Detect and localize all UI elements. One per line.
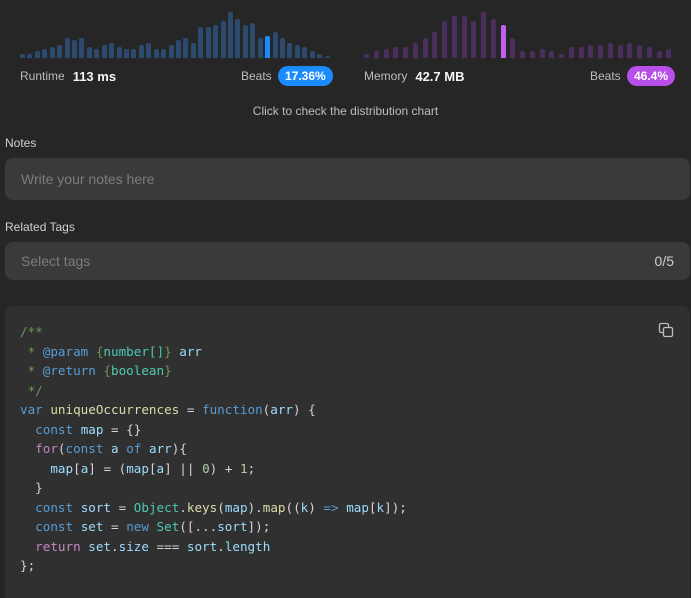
memory-histogram-bar — [373, 51, 379, 58]
runtime-histogram-bar — [198, 27, 204, 58]
runtime-histogram-bar — [176, 40, 181, 58]
memory-histogram-bar — [471, 20, 477, 58]
notes-placeholder: Write your notes here — [21, 171, 155, 187]
runtime-histogram-bar — [138, 44, 144, 58]
memory-beats-badge: 46.4% — [627, 66, 676, 86]
memory-histogram-bar — [520, 51, 525, 58]
memory-histogram-bar — [646, 47, 652, 58]
memory-histogram-bar — [656, 51, 662, 58]
runtime-histogram-bar — [153, 49, 159, 58]
runtime-label: Runtime — [20, 69, 65, 83]
runtime-histogram-bar — [57, 44, 63, 58]
submission-stats[interactable]: Runtime 113 ms Beats 17.36% Memory 42.7 … — [0, 0, 691, 124]
runtime-histogram-bar — [324, 55, 330, 58]
runtime-value: 113 ms — [72, 68, 117, 84]
runtime-histogram-bar — [20, 53, 25, 58]
runtime-histogram-bar — [205, 27, 211, 58]
runtime-histogram-bar — [146, 42, 152, 58]
runtime-histogram-bar — [79, 38, 85, 58]
runtime-histogram-bar — [64, 38, 70, 58]
memory-histogram-bar — [412, 42, 418, 58]
memory-histogram-bar — [568, 47, 574, 58]
memory-histogram-bar — [451, 16, 457, 58]
memory-histogram-bar — [549, 51, 555, 58]
notes-input[interactable]: Write your notes here — [5, 158, 690, 200]
memory-histogram-bar — [403, 47, 408, 58]
memory-histogram-bar — [461, 16, 467, 58]
memory-histogram-bar — [442, 20, 447, 58]
runtime-histogram[interactable] — [20, 12, 332, 58]
code-block: /** * @param {number[]} arr * @return {b… — [5, 306, 690, 598]
runtime-histogram-bar — [86, 47, 92, 58]
memory-histogram-bar — [666, 49, 672, 58]
runtime-histogram-bar — [49, 47, 55, 58]
runtime-histogram-bar — [42, 49, 48, 58]
runtime-stat: Runtime 113 ms — [20, 66, 116, 86]
runtime-histogram-bar — [131, 49, 137, 58]
runtime-histogram-bar — [280, 38, 285, 58]
memory-histogram-bar — [617, 44, 623, 58]
tags-select[interactable]: Select tags 0/5 — [5, 242, 690, 280]
runtime-histogram-bar — [109, 42, 115, 58]
runtime-histogram-bar — [190, 42, 196, 58]
related-tags-label: Related Tags — [5, 220, 75, 234]
runtime-histogram-bar — [294, 44, 300, 58]
memory-histogram-bar — [481, 12, 486, 58]
memory-stat: Memory 42.7 MB — [364, 66, 464, 86]
memory-histogram-bar — [588, 44, 594, 58]
memory-beats-label: Beats — [590, 69, 621, 83]
memory-histogram-bar — [578, 47, 584, 58]
memory-histogram-bar — [637, 44, 642, 58]
distribution-hint[interactable]: Click to check the distribution chart — [0, 104, 691, 118]
runtime-histogram-bar — [265, 36, 271, 58]
runtime-histogram-bar — [168, 44, 174, 58]
runtime-histogram-bar — [124, 49, 129, 58]
runtime-histogram-bar — [302, 47, 308, 58]
runtime-histogram-bar — [213, 25, 219, 58]
memory-histogram-bar — [529, 51, 535, 58]
memory-value: 42.7 MB — [415, 68, 465, 84]
memory-histogram-bar — [383, 49, 389, 58]
runtime-histogram-bar — [309, 51, 315, 58]
memory-histogram-bar — [510, 38, 516, 58]
memory-histogram-bar — [539, 49, 545, 58]
runtime-histogram-bar — [272, 31, 278, 58]
notes-label: Notes — [5, 136, 37, 150]
memory-histogram-bar — [598, 44, 603, 58]
code-text[interactable]: /** * @param {number[]} arr * @return {b… — [20, 322, 407, 576]
runtime-histogram-bar — [250, 22, 256, 58]
runtime-histogram-bar — [72, 40, 77, 58]
runtime-histogram-bar — [228, 12, 233, 58]
memory-label: Memory — [364, 69, 408, 83]
memory-histogram-bar — [559, 53, 564, 58]
memory-histogram-bar — [627, 42, 633, 58]
runtime-histogram-bar — [34, 51, 40, 58]
runtime-beats-badge: 17.36% — [278, 66, 333, 86]
memory-histogram-bar — [490, 18, 496, 58]
runtime-histogram-bar — [317, 53, 323, 58]
runtime-histogram-bar — [101, 44, 107, 58]
runtime-histogram-bar — [183, 38, 189, 58]
runtime-histogram-bar — [242, 25, 248, 58]
runtime-histogram-bar — [257, 38, 263, 58]
memory-histogram-bar — [364, 53, 369, 58]
memory-histogram-bar — [393, 47, 399, 58]
memory-histogram-bar — [500, 25, 506, 58]
runtime-histogram-bar — [235, 18, 241, 58]
memory-histogram[interactable] — [364, 12, 676, 58]
runtime-histogram-bar — [220, 20, 226, 58]
runtime-histogram-bar — [94, 49, 100, 58]
runtime-histogram-bar — [287, 42, 293, 58]
tags-count: 0/5 — [654, 253, 674, 269]
runtime-histogram-bar — [116, 47, 122, 58]
tags-placeholder: Select tags — [21, 253, 91, 269]
memory-histogram-bar — [607, 42, 613, 58]
runtime-histogram-bar — [27, 53, 33, 58]
memory-histogram-bar — [422, 38, 428, 58]
copy-icon[interactable] — [658, 322, 674, 338]
memory-histogram-bar — [432, 31, 438, 58]
runtime-histogram-bar — [161, 49, 167, 58]
runtime-beats-label: Beats — [241, 69, 272, 83]
